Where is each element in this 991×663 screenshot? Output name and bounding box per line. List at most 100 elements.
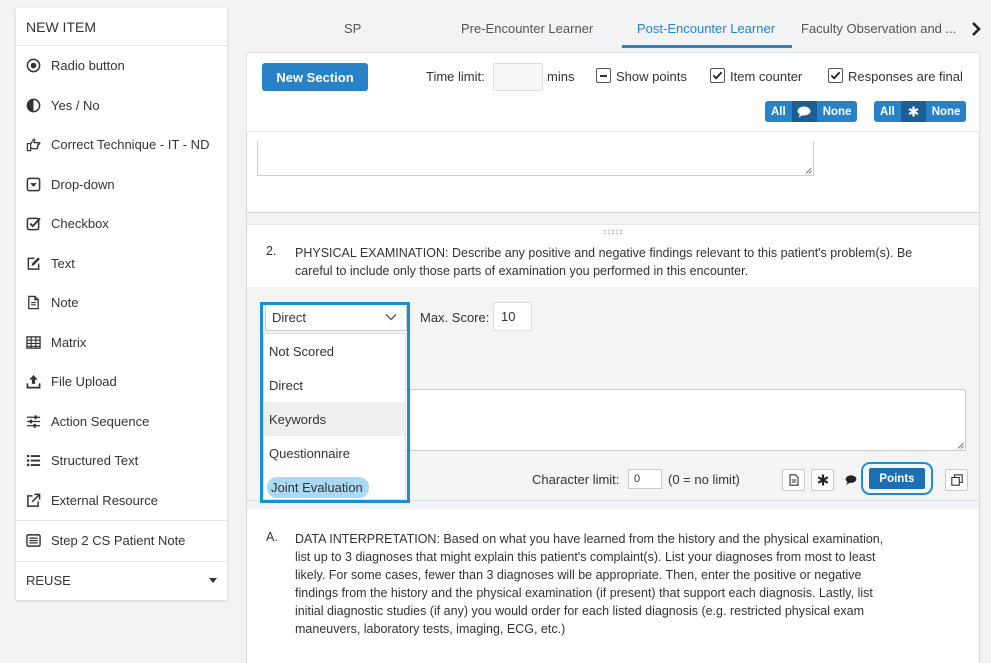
option-direct[interactable]: Direct [264, 368, 405, 402]
mins-label: mins [547, 69, 575, 84]
sidebar-item-label: Yes / No [51, 97, 100, 113]
upload-icon [25, 373, 42, 390]
sidebar-item-label: Drop-down [51, 176, 115, 192]
sidebar-item-label: External Resource [51, 492, 158, 508]
sidebar-item-label: Step 2 CS Patient Note [51, 533, 186, 549]
show-points-checkbox[interactable] [596, 68, 611, 83]
required-none-button[interactable]: None [926, 101, 967, 122]
card-list-icon [25, 532, 42, 549]
option-questionnaire[interactable]: Questionnaire [264, 436, 405, 470]
sidebar-item-label: Checkbox [51, 216, 109, 232]
character-limit-label: Character limit: [532, 472, 620, 487]
show-points-label: Show points [616, 69, 687, 84]
sidebar-item-yes-no[interactable]: Yes / No [16, 86, 227, 126]
comment-icon [791, 101, 817, 122]
checkbox-icon [25, 215, 42, 232]
sidebar-item-action-sequence[interactable]: Action Sequence [16, 402, 227, 442]
section-toolbar: New Section Time limit: mins Show points… [246, 52, 980, 132]
asterisk-icon [900, 101, 926, 122]
comment-button[interactable] [839, 469, 862, 491]
sidebar-item-external-resource[interactable]: External Resource [16, 481, 227, 521]
required-button[interactable] [811, 469, 834, 491]
sidebar-item-matrix[interactable]: Matrix [16, 323, 227, 363]
copy-icon [950, 474, 963, 486]
required-all-button[interactable]: All [874, 101, 901, 122]
tab-post-encounter-learner[interactable]: Post-Encounter Learner [637, 21, 775, 36]
edit-icon [25, 255, 42, 272]
previous-answer-textarea[interactable] [257, 141, 814, 176]
points-button[interactable]: Points [869, 468, 925, 489]
sidebar-item-correct-technique[interactable]: Correct Technique - IT - ND [16, 125, 227, 165]
question-letter: A. [266, 530, 278, 544]
sidebar-item-structured-text[interactable]: Structured Text [16, 441, 227, 481]
dropdown-box-icon [25, 176, 42, 193]
character-limit-input[interactable] [628, 469, 662, 489]
responses-final-checkbox[interactable] [828, 68, 843, 83]
sidebar-item-radio-button[interactable]: Radio button [16, 46, 227, 86]
sidebar-item-label: Radio button [51, 58, 125, 74]
comment-all-button[interactable]: All [765, 101, 792, 122]
sidebar-item-label: Text [51, 255, 75, 271]
sidebar-item-drop-down[interactable]: Drop-down [16, 165, 227, 205]
resize-grip-icon[interactable] [805, 167, 812, 174]
list-icon [25, 452, 42, 469]
time-limit-input[interactable] [493, 63, 543, 91]
resize-grip-icon[interactable] [957, 442, 964, 449]
tab-bar: SP Pre-Encounter Learner Post-Encounter … [246, 12, 991, 48]
tab-sp[interactable]: SP [344, 21, 361, 36]
sidebar-item-file-upload[interactable]: File Upload [16, 362, 227, 402]
sidebar-item-label: Structured Text [51, 453, 139, 469]
sidebar-item-label: Correct Technique - IT - ND [51, 137, 210, 153]
sliders-icon [25, 413, 42, 430]
active-tab-indicator [622, 45, 792, 48]
comment-icon [845, 475, 856, 485]
sidebar-item-label: Matrix [51, 334, 87, 350]
drag-handle-icon[interactable] [603, 229, 623, 235]
points-focus-ring: Points [861, 462, 933, 495]
comment-none-button[interactable]: None [817, 101, 858, 122]
sidebar-item-label: Action Sequence [51, 413, 150, 429]
responses-final-label: Responses are final [848, 69, 963, 84]
option-joint-evaluation[interactable]: Joint Evaluation [264, 470, 405, 504]
external-link-icon [25, 492, 42, 509]
question-text[interactable]: DATA INTERPRETATION: Based on what you h… [295, 530, 895, 638]
option-keywords[interactable]: Keywords [264, 402, 405, 436]
max-score-input[interactable] [493, 302, 532, 331]
scoring-type-options: Not Scored Direct Keywords Questionnaire… [263, 333, 406, 500]
item-counter-label: Item counter [730, 69, 803, 84]
note-button[interactable] [782, 469, 805, 491]
item-counter-checkbox[interactable] [710, 68, 725, 83]
file-icon [788, 474, 799, 486]
reuse-label: REUSE [26, 572, 71, 588]
sidebar-item-label: File Upload [51, 374, 117, 390]
character-limit-note: (0 = no limit) [668, 472, 740, 487]
tab-faculty-observation[interactable]: Faculty Observation and ... [801, 21, 956, 36]
question-number: 2. [266, 244, 277, 258]
thumb-pointer-icon [25, 136, 42, 153]
reuse-dropdown[interactable]: REUSE [16, 562, 227, 599]
new-section-button[interactable]: New Section [262, 63, 368, 91]
sidebar-item-checkbox[interactable]: Checkbox [16, 204, 227, 244]
tab-pre-encounter-learner[interactable]: Pre-Encounter Learner [461, 21, 593, 36]
question-text[interactable]: PHYSICAL EXAMINATION: Describe any posit… [295, 244, 935, 280]
time-limit-label: Time limit: [426, 69, 485, 84]
sidebar-item-step2-cs[interactable]: Step 2 CS Patient Note [16, 521, 227, 561]
answer-textarea[interactable] [402, 389, 966, 451]
duplicate-button[interactable] [945, 469, 968, 491]
section-separator [247, 212, 979, 225]
half-circle-icon [25, 97, 42, 114]
comment-toggle-group: All None [765, 101, 858, 122]
table-icon [25, 334, 42, 351]
sidebar-item-note[interactable]: Note [16, 283, 227, 323]
sidebar-item-label: Note [51, 295, 79, 311]
required-toggle-group: All None [874, 101, 967, 122]
option-not-scored[interactable]: Not Scored [264, 334, 405, 368]
asterisk-icon [817, 474, 828, 486]
scroll-gutter [980, 132, 991, 663]
sidebar-item-text[interactable]: Text [16, 244, 227, 284]
chevron-right-icon[interactable] [970, 20, 982, 38]
file-icon [25, 294, 42, 311]
caret-down-icon [209, 577, 217, 583]
new-item-panel: NEW ITEM Radio button Yes / No Correct T… [16, 8, 227, 600]
radio-icon [25, 57, 42, 74]
